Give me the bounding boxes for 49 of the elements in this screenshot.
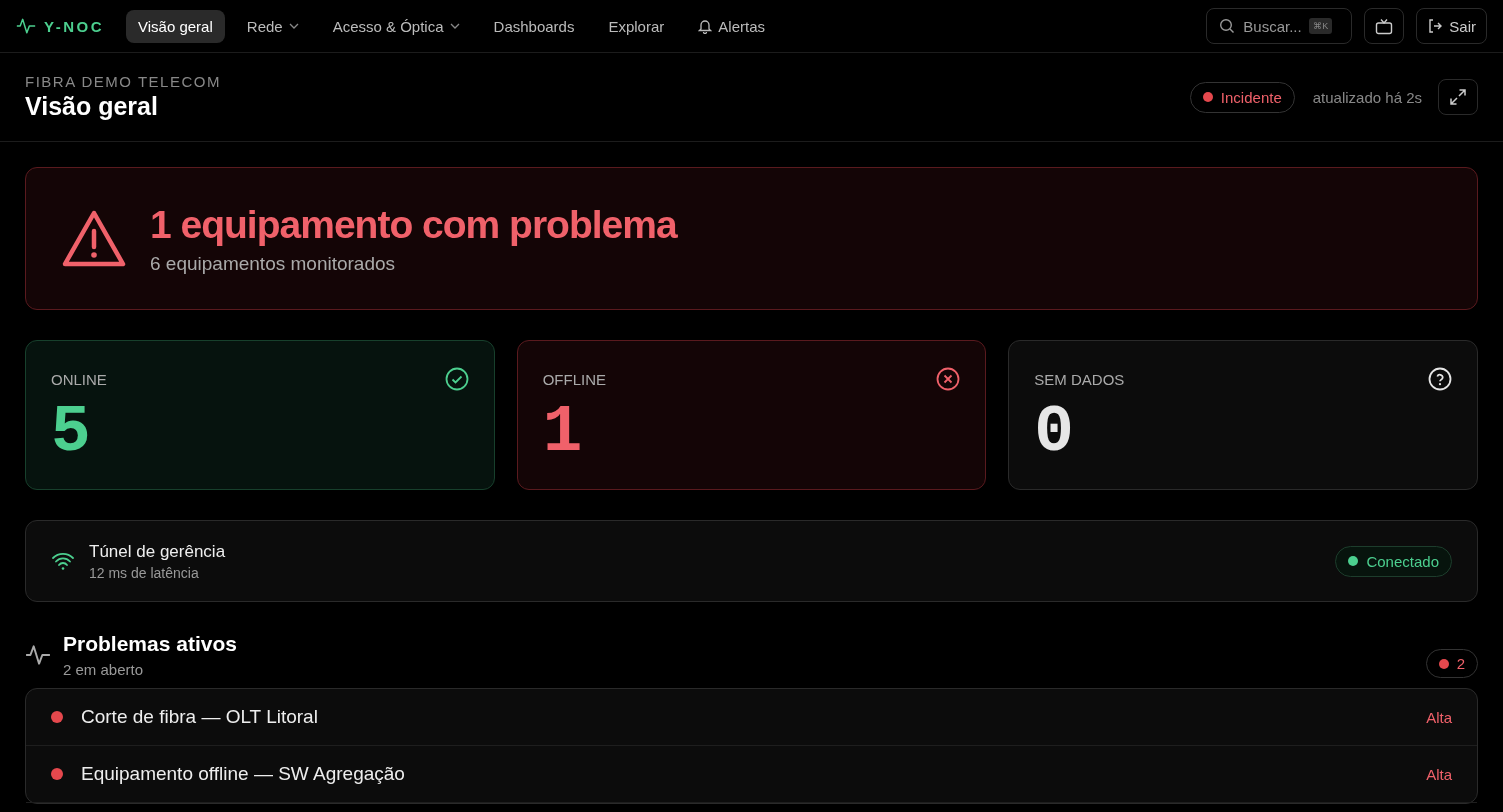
alert-subtitle: 6 equipamentos monitorados: [150, 252, 397, 275]
section-title: Problemas ativos: [63, 632, 237, 656]
check-circle-icon: [444, 367, 469, 391]
brand-name: Y-NOC: [44, 17, 104, 35]
problem-row[interactable]: Corte de fibra — OLT Litoral Alta: [26, 689, 1477, 746]
search-input[interactable]: Buscar...: [1243, 17, 1302, 35]
pulse-logo-icon: [16, 16, 36, 36]
nav-tab[interactable]: Explorar: [596, 9, 677, 43]
expand-icon: [1449, 88, 1467, 106]
tunnel-title: Túnel de gerência: [89, 541, 226, 562]
wifi-icon: [51, 551, 75, 571]
search-field[interactable]: Buscar... ⌘K: [1206, 8, 1353, 44]
logout-button[interactable]: Sair: [1416, 8, 1487, 44]
tv-mode-button[interactable]: [1364, 8, 1405, 44]
alert-title: 1 equipamento com problema: [150, 202, 677, 247]
nav-tab[interactable]: Dashboards: [481, 9, 587, 43]
card-label: OFFLINE: [542, 370, 606, 388]
nav-tab[interactable]: Visão geral: [126, 9, 225, 43]
problem-title: Corte de fibra — OLT Litoral: [81, 706, 319, 728]
card-label: SEM DADOS: [1034, 370, 1125, 388]
section-subtitle: 2 em aberto: [63, 661, 145, 678]
tv-icon: [1375, 17, 1394, 35]
organization-name: FIBRA DEMO TELECOM: [25, 73, 221, 90]
card-value: 0: [1034, 395, 1075, 470]
nav-tab[interactable]: Alertas: [686, 9, 777, 43]
card-value: 5: [51, 395, 92, 470]
bell-icon: [698, 18, 713, 34]
page-title: Visão geral: [25, 92, 159, 121]
nav-tab[interactable]: Rede: [234, 9, 311, 43]
card-label: ONLINE: [51, 370, 107, 388]
chevron-down-icon: [449, 23, 460, 29]
card-value: 1: [542, 395, 584, 470]
updated-time: atualizado há 2s: [1312, 88, 1422, 106]
connection-badge: Conectado: [1335, 545, 1452, 577]
logout-icon: [1427, 18, 1444, 34]
shortcut-hint: ⌘K: [1309, 18, 1333, 34]
warning-icon: [62, 209, 126, 268]
severity-label: Alta: [1426, 708, 1452, 726]
search-icon: [1219, 18, 1236, 34]
tunnel-latency: 12 ms de latência: [89, 564, 200, 581]
nav-tab[interactable]: Acesso & Óptica: [320, 9, 472, 43]
severity-label: Alta: [1426, 765, 1452, 783]
fullscreen-button[interactable]: [1438, 79, 1478, 115]
problem-title: Equipamento offline — SW Agregação: [81, 763, 406, 785]
pulse-icon: [25, 642, 51, 668]
chevron-down-icon: [288, 23, 299, 29]
x-circle-icon: [936, 367, 961, 391]
question-circle-icon: [1428, 367, 1452, 391]
problem-row[interactable]: Equipamento offline — SW Agregação Alta: [26, 746, 1477, 803]
